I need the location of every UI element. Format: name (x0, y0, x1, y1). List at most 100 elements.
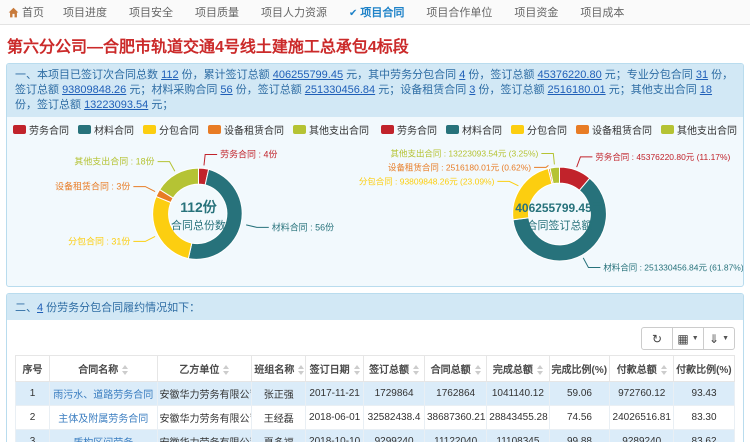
nav-item-label: 项目资金 (514, 7, 558, 19)
table-cell: 张正强 (252, 382, 306, 406)
legend-label: 分包合同 (527, 122, 567, 137)
nav-item[interactable]: 项目合作单位 (415, 4, 503, 20)
chart-legend: 劳务合同 材料合同 分包合同设备租赁合同其他支出合同 (375, 122, 743, 136)
contract-summary-panel: 一、本项目已签订次合同总数 112 份，累计签订总额 406255799.45 … (6, 63, 744, 287)
contract-count-chart: 劳务合同材料合同分包合同设备租赁合同其他支出合同 其他支出合同 : 18份设备租… (7, 117, 375, 286)
summary-link[interactable]: 45376220.80 (537, 69, 601, 81)
column-header[interactable]: 班组名称 (252, 356, 306, 382)
summary-link[interactable]: 2516180.01 (548, 84, 606, 96)
table-cell: 38687360.21 (425, 406, 487, 430)
top-navbar: 首页 项目进度 项目安全项目质量项目人力资源✔项目合同项目合作单位项目资金 项目成本 (0, 0, 750, 25)
contract-name-link[interactable]: 雨污水、道路劳务合同 (49, 382, 157, 406)
nav-item[interactable]: 项目资金 (503, 4, 569, 20)
home-icon (8, 7, 19, 18)
summary-link[interactable]: 251330456.84 (305, 84, 375, 96)
table-area: ↻▦▼⇓▼ 序号合同名称乙方单位班组名称签订日期签订总额合同总额完成总额完成比例… (7, 320, 743, 442)
legend-item[interactable]: 分包合同 (511, 122, 567, 137)
contract-amount-chart: 劳务合同 材料合同 分包合同设备租赁合同其他支出合同 其他支出合同 : 132230… (375, 117, 743, 286)
table-cell: 24026516.81 (610, 406, 674, 430)
nav-home-label: 首页 (22, 4, 44, 20)
legend-label: 设备租赁合同 (224, 122, 284, 137)
legend-item[interactable]: 其他支出合同 (293, 122, 369, 137)
columns-button[interactable]: ▦▼ (672, 327, 704, 350)
nav-item-label: 项目成本 (580, 7, 624, 19)
summary-link[interactable]: 18 (700, 84, 712, 96)
table-cell: 2017-11-21 (306, 382, 364, 406)
label-line (246, 225, 269, 227)
column-header[interactable]: 合同名称 (49, 356, 157, 382)
slice-label: 劳务合同 : 4份 (220, 149, 277, 160)
legend-item[interactable]: 劳务合同 (13, 122, 69, 137)
legend-item[interactable]: 设备租赁合同 (208, 122, 284, 137)
nav-item-label: 项目安全 (129, 7, 173, 19)
export-button[interactable]: ⇓▼ (703, 327, 735, 350)
nav-item[interactable]: 项目质量 (184, 4, 250, 20)
slice-label: 材料合同 : 56份 (272, 221, 334, 232)
column-header-label: 班组名称 (254, 365, 294, 376)
table-cell: 1729864 (364, 382, 425, 406)
legend-swatch-icon (661, 125, 674, 134)
column-header-label: 乙方单位 (179, 365, 219, 376)
column-header[interactable]: 付款比例(%) (674, 356, 735, 382)
column-header[interactable]: 完成总额 (487, 356, 549, 382)
column-header[interactable]: 完成比例(%) (549, 356, 610, 382)
legend-item[interactable]: 设备租赁合同 (576, 122, 652, 137)
summary-link[interactable]: 93809848.26 (62, 84, 126, 96)
legend-item[interactable]: 材料合同 (78, 122, 134, 137)
nav-home[interactable]: 首页 (8, 4, 52, 20)
slice-label: 材料合同 : 251330456.84元 (61.87%) (603, 262, 743, 272)
toolbar-button-group: ↻ ▦▼⇓▼ (641, 327, 735, 350)
summary-link[interactable]: 112 (161, 69, 179, 81)
legend-item[interactable]: 分包合同 (143, 122, 199, 137)
table-cell: 32582438.4 (364, 406, 425, 430)
nav-item-label: 项目进度 (63, 7, 107, 19)
legend-label: 劳务合同 (29, 122, 69, 137)
column-header-label: 完成总额 (493, 365, 533, 376)
column-header-label: 付款总额 (617, 365, 657, 376)
sort-icon (413, 365, 419, 375)
slice-label: 劳务合同 : 45376220.80元 (11.17%) (595, 152, 730, 162)
summary-link[interactable]: 406255799.45 (273, 69, 343, 81)
table-row: 3盾构区间劳务安徽华力劳务有限公司夏多福2018-10-109299240111… (16, 430, 735, 442)
table-cell: 59.06 (549, 382, 610, 406)
legend-item[interactable]: 其他支出合同 (661, 122, 737, 137)
column-header[interactable]: 签订总额 (364, 356, 425, 382)
donut-center-label: 合同签订总额 (527, 218, 593, 232)
nav-item[interactable]: 项目人力资源 (250, 4, 338, 20)
column-header[interactable]: 乙方单位 (157, 356, 252, 382)
legend-swatch-icon (446, 125, 459, 134)
legend-swatch-icon (13, 125, 26, 134)
legend-label: 材料合同 (94, 122, 134, 137)
column-header-label: 合同名称 (78, 365, 118, 376)
contract-name-link[interactable]: 盾构区间劳务 (49, 430, 157, 442)
refresh-button[interactable]: ↻ (641, 327, 673, 350)
table-cell: 9299240 (364, 430, 425, 442)
contract-name-link[interactable]: 主体及附属劳务合同 (49, 406, 157, 430)
donut-slice[interactable] (160, 168, 199, 198)
table-cell: 1 (16, 382, 50, 406)
labor-contract-table: 序号合同名称乙方单位班组名称签订日期签订总额合同总额完成总额完成比例(%)付款总… (15, 355, 735, 442)
summary-link[interactable]: 56 (220, 84, 232, 96)
column-header[interactable]: 签订日期 (306, 356, 364, 382)
column-header[interactable]: 付款总额 (610, 356, 674, 382)
legend-item[interactable]: 材料合同 (446, 122, 502, 137)
nav-item[interactable]: 项目安全 (118, 4, 184, 20)
caret-down-icon: ▼ (692, 335, 699, 342)
table-cell: 99.88 (549, 430, 610, 442)
refresh-icon: ↻ (652, 332, 662, 346)
legend-label: 材料合同 (462, 122, 502, 137)
nav-item[interactable]: 项目进度 (52, 4, 118, 20)
summary-link[interactable]: 13223093.54 (84, 99, 148, 111)
slice-label: 其他支出合同 : 13223093.54元 (3.25%) (391, 148, 539, 158)
section2-heading: 二、4 份劳务分包合同履约情况如下： (7, 294, 743, 320)
summary-link[interactable]: 31 (696, 69, 708, 81)
legend-swatch-icon (208, 125, 221, 134)
column-header[interactable]: 合同总额 (425, 356, 487, 382)
summary-text-segment: 二、 (15, 302, 37, 314)
nav-item[interactable]: 项目成本 (569, 4, 635, 20)
legend-swatch-icon (293, 125, 306, 134)
legend-item[interactable]: 劳务合同 (381, 122, 437, 137)
summary-text-segment: 元；材料采购合同 (126, 84, 220, 96)
sort-icon (298, 365, 304, 375)
nav-item-active[interactable]: ✔项目合同 (338, 4, 415, 20)
